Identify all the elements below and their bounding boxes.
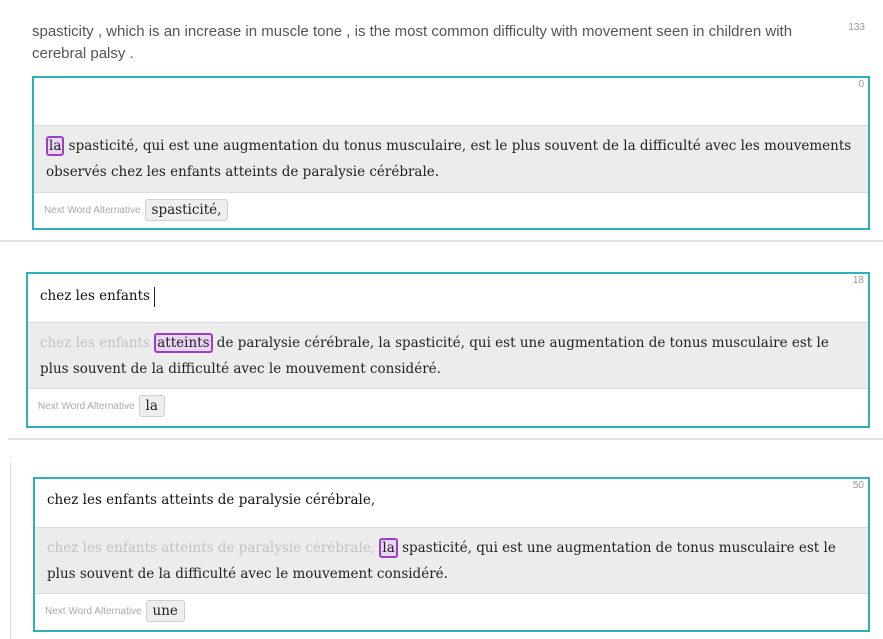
suggestion-rest: spasticité, qui est une augmentation du …: [46, 138, 852, 180]
input-text: chez les enfants: [40, 288, 150, 304]
next-word-alternative-row: Next Word Alternative la: [28, 389, 868, 423]
alt-word-button[interactable]: la: [138, 395, 165, 417]
alt-label: Next Word Alternative: [45, 605, 142, 617]
accepted-prefix: chez les enfants atteints de paralysie c…: [47, 540, 380, 556]
suggestion-text[interactable]: la spasticité, qui est une augmentation …: [34, 126, 868, 193]
divider: [8, 438, 883, 440]
divider: [0, 240, 883, 242]
accepted-prefix: chez les enfants: [40, 335, 155, 351]
translation-panel-3: 50 chez les enfants atteints de paralysi…: [33, 477, 870, 632]
alt-word-button[interactable]: une: [145, 600, 185, 622]
translation-input[interactable]: [34, 78, 868, 126]
next-word-highlight[interactable]: la: [379, 538, 398, 558]
translation-panel-1: 0 la spasticité, qui est une augmentatio…: [32, 76, 870, 230]
suggestion-text[interactable]: chez les enfants atteints de paralysie c…: [35, 528, 868, 594]
translation-input[interactable]: chez les enfants atteints de paralysie c…: [35, 479, 868, 528]
left-edge-line: [10, 462, 11, 639]
source-char-count: 133: [848, 22, 865, 33]
next-word-alternative-row: Next Word Alternative une: [35, 594, 868, 628]
text-cursor: [153, 286, 155, 307]
next-word-alternative-row: Next Word Alternative spasticité,: [34, 193, 868, 227]
alt-label: Next Word Alternative: [44, 204, 141, 216]
translation-panel-2: 18 chez les enfants chez les enfants att…: [26, 272, 870, 428]
next-word-highlight[interactable]: la: [46, 136, 65, 156]
source-sentence: spasticity , which is an increase in mus…: [32, 23, 793, 62]
alt-label: Next Word Alternative: [38, 400, 135, 412]
alt-word-button[interactable]: spasticité,: [144, 199, 229, 221]
input-text: chez les enfants atteints de paralysie c…: [47, 492, 376, 508]
translation-input[interactable]: chez les enfants: [28, 274, 868, 323]
next-word-highlight[interactable]: atteints: [154, 333, 213, 353]
suggestion-text[interactable]: chez les enfants atteints de paralysie c…: [28, 323, 868, 389]
